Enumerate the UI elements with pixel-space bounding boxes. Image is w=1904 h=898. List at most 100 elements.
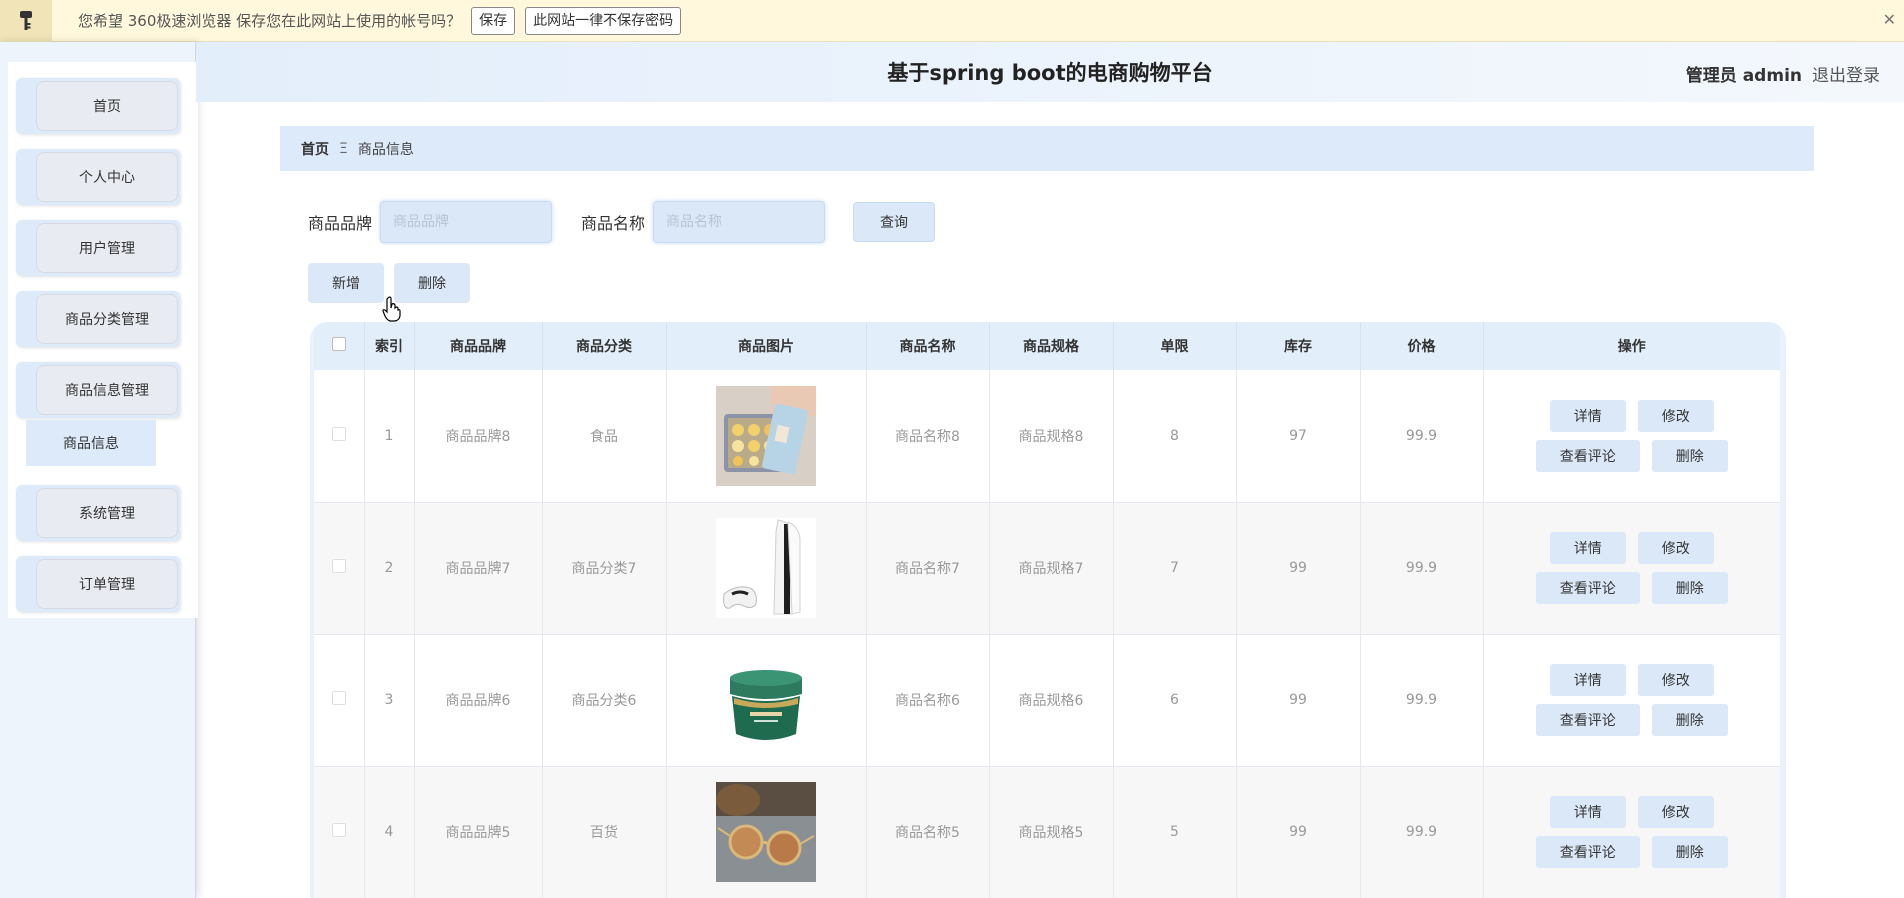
table-row: 4 商品品牌5 百货 商品名称5 商品规格5 5 99 99.9 详情 修改 查… xyxy=(314,766,1780,898)
snack-box-image[interactable] xyxy=(716,385,816,486)
cell-limit: 5 xyxy=(1113,766,1237,898)
view-comments-button[interactable]: 查看评论 xyxy=(1535,836,1640,868)
detail-button[interactable]: 详情 xyxy=(1549,664,1626,696)
close-icon[interactable]: ✕ xyxy=(1883,10,1896,29)
row-checkbox[interactable] xyxy=(331,691,346,705)
view-comments-button[interactable]: 查看评论 xyxy=(1535,439,1640,472)
detail-button[interactable]: 详情 xyxy=(1549,399,1626,432)
cell-spec: 商品规格7 xyxy=(989,502,1114,635)
cell-price: 99.9 xyxy=(1360,502,1484,635)
row-checkbox[interactable] xyxy=(331,823,346,837)
key-icon xyxy=(0,0,52,42)
site-title: 基于spring boot的电商购物平台 xyxy=(887,61,1213,85)
header-brand: 商品品牌 xyxy=(414,322,543,370)
cell-price: 99.9 xyxy=(1360,370,1484,503)
cell-name: 商品名称7 xyxy=(866,502,990,635)
edit-button[interactable]: 修改 xyxy=(1637,796,1714,828)
row-actions: 详情 修改 查看评论 删除 xyxy=(1484,532,1781,604)
sidebar-item-label: 用户管理 xyxy=(36,223,178,273)
cell-name: 商品名称8 xyxy=(866,370,990,503)
cell-category: 百货 xyxy=(542,766,667,898)
delete-button[interactable]: 删除 xyxy=(1651,572,1728,604)
breadcrumb-home[interactable]: 首页 xyxy=(301,139,329,159)
header-price: 价格 xyxy=(1360,322,1484,370)
cell-spec: 商品规格8 xyxy=(989,370,1114,503)
delete-button[interactable]: 删除 xyxy=(1651,704,1728,736)
cell-stock: 99 xyxy=(1236,502,1361,635)
save-password-button[interactable]: 保存 xyxy=(471,6,516,35)
sidebar-item-product-management[interactable]: 商品信息管理 xyxy=(16,362,180,418)
delete-button[interactable]: 删除 xyxy=(1651,836,1728,868)
delete-button[interactable]: 删除 xyxy=(1651,439,1728,472)
logout-link[interactable]: 退出登录 xyxy=(1812,61,1880,86)
row-checkbox[interactable] xyxy=(331,426,346,441)
sidebar-item-label: 系统管理 xyxy=(36,488,178,538)
brand-search-input[interactable] xyxy=(380,201,553,243)
table-row: 1 商品品牌8 食品 商品名称8 商品规格8 8 97 99.9 详情 修改 查… xyxy=(314,370,1780,503)
detail-button[interactable]: 详情 xyxy=(1549,532,1626,564)
edit-button[interactable]: 修改 xyxy=(1637,399,1714,432)
view-comments-button[interactable]: 查看评论 xyxy=(1535,704,1640,736)
edit-button[interactable]: 修改 xyxy=(1637,664,1714,696)
name-label: 商品名称 xyxy=(581,214,646,233)
sunglasses-image[interactable] xyxy=(716,782,816,882)
breadcrumb: 首页 Ξ 商品信息 xyxy=(280,126,1814,171)
table-header-row: 索引 商品品牌 商品分类 商品图片 商品名称 商品规格 单限 库存 价格 操作 xyxy=(314,322,1780,370)
cell-price: 99.9 xyxy=(1360,766,1484,898)
user-label: 管理员 admin xyxy=(1685,66,1802,86)
never-save-password-button[interactable]: 此网站一律不保存密码 xyxy=(525,6,682,35)
add-button[interactable]: 新增 xyxy=(308,263,384,303)
save-password-bar: 您希望 360极速浏览器 保存您在此网站上使用的帐号吗？ 保存 此网站一律不保存… xyxy=(0,0,1904,42)
sidebar-item-user-management[interactable]: 用户管理 xyxy=(16,220,180,276)
game-console-image[interactable] xyxy=(716,518,816,618)
product-table: 索引 商品品牌 商品分类 商品图片 商品名称 商品规格 单限 库存 价格 操作 … xyxy=(314,322,1780,898)
cell-stock: 99 xyxy=(1236,634,1361,767)
user-area: 管理员 admin 退出登录 xyxy=(1686,61,1880,86)
row-actions: 详情 修改 查看评论 删除 xyxy=(1484,664,1781,736)
header-spec: 商品规格 xyxy=(989,322,1114,370)
view-comments-button[interactable]: 查看评论 xyxy=(1535,572,1640,604)
cell-stock: 97 xyxy=(1236,370,1361,503)
row-checkbox[interactable] xyxy=(331,559,346,573)
cell-stock: 99 xyxy=(1236,766,1361,898)
save-password-prompt: 您希望 360极速浏览器 保存您在此网站上使用的帐号吗？ xyxy=(78,12,462,30)
sidebar-item-order-management[interactable]: 订单管理 xyxy=(16,556,180,612)
sidebar-item-label: 商品信息管理 xyxy=(36,365,178,415)
cell-spec: 商品规格6 xyxy=(989,634,1114,767)
cell-spec: 商品规格5 xyxy=(989,766,1114,898)
header-index: 索引 xyxy=(364,322,415,370)
cream-jar-image[interactable] xyxy=(716,650,816,750)
sidebar-item-personal-center[interactable]: 个人中心 xyxy=(16,149,180,205)
sidebar-item-label: 首页 xyxy=(36,81,178,131)
cell-brand: 商品品牌8 xyxy=(414,370,543,503)
header-stock: 库存 xyxy=(1236,322,1361,370)
header-limit: 单限 xyxy=(1113,322,1237,370)
header-name: 商品名称 xyxy=(866,322,990,370)
select-all-checkbox-cell xyxy=(314,322,365,370)
detail-button[interactable]: 详情 xyxy=(1549,796,1626,828)
cell-index: 2 xyxy=(364,502,415,635)
sidebar-item-home[interactable]: 首页 xyxy=(16,78,180,134)
header-image: 商品图片 xyxy=(666,322,867,370)
brand-label: 商品品牌 xyxy=(308,214,373,233)
edit-button[interactable]: 修改 xyxy=(1637,532,1714,564)
table-row: 2 商品品牌7 商品分类7 商品名称7 商品规格7 7 99 99.9 详情 修… xyxy=(314,502,1781,635)
select-all-checkbox[interactable] xyxy=(331,337,346,351)
cell-brand: 商品品牌6 xyxy=(414,634,543,767)
sidebar: 首页 个人中心 用户管理 商品分类管理 商品信息管理 商品信息 系统管理 订单管… xyxy=(0,42,198,898)
cell-name: 商品名称5 xyxy=(866,766,990,898)
query-button[interactable]: 查询 xyxy=(853,202,936,242)
cell-name: 商品名称6 xyxy=(866,634,990,767)
breadcrumb-separator-icon: Ξ xyxy=(339,140,348,157)
batch-delete-button[interactable]: 删除 xyxy=(394,263,470,303)
sidebar-item-label: 个人中心 xyxy=(36,152,178,202)
cell-brand: 商品品牌7 xyxy=(414,502,543,635)
cell-index: 3 xyxy=(364,634,415,767)
cell-brand: 商品品牌5 xyxy=(414,766,543,898)
sidebar-subitem-product-info[interactable]: 商品信息 xyxy=(26,420,156,466)
sidebar-item-category-management[interactable]: 商品分类管理 xyxy=(16,291,180,347)
sidebar-item-label: 订单管理 xyxy=(36,559,178,609)
sidebar-item-system-management[interactable]: 系统管理 xyxy=(16,485,180,541)
cell-index: 4 xyxy=(364,766,415,898)
name-search-input[interactable] xyxy=(653,201,826,243)
